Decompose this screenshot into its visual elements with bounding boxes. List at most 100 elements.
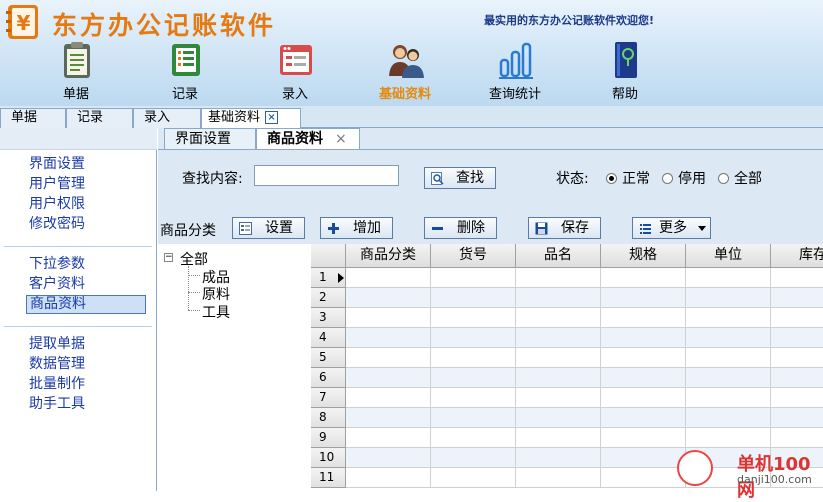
grid-cell[interactable] [516, 328, 601, 348]
add-button[interactable]: 增加 [320, 217, 393, 239]
grid-cell[interactable] [601, 448, 686, 468]
grid-row-number[interactable]: 4 [311, 328, 346, 348]
grid-cell[interactable] [431, 328, 516, 348]
grid-cell[interactable] [601, 308, 686, 328]
sidebar-item-data-management[interactable]: 数据管理 [26, 355, 146, 374]
grid-cell[interactable] [771, 308, 823, 328]
grid-cell[interactable] [516, 368, 601, 388]
nav-entry[interactable]: 录入 [250, 38, 340, 102]
grid-cell[interactable] [686, 368, 771, 388]
grid-cell[interactable] [516, 288, 601, 308]
grid-cell[interactable] [431, 428, 516, 448]
grid-cell[interactable] [346, 348, 431, 368]
grid-row-number[interactable]: 3 [311, 308, 346, 328]
top-tab-documents[interactable]: 单据 [0, 108, 66, 128]
grid-cell[interactable] [686, 388, 771, 408]
grid-cell[interactable] [431, 308, 516, 328]
grid-cell[interactable] [516, 448, 601, 468]
grid-row-number[interactable]: 2 [311, 288, 346, 308]
nav-help[interactable]: 帮助 [580, 38, 670, 102]
top-tab-entry[interactable]: 录入 [133, 108, 201, 128]
sidebar-item-user-permissions[interactable]: 用户权限 [26, 195, 146, 214]
close-icon[interactable]: × [265, 111, 279, 124]
grid-cell[interactable] [431, 468, 516, 488]
grid-cell[interactable] [516, 428, 601, 448]
grid-cell[interactable] [686, 348, 771, 368]
grid-column-header[interactable]: 库存 [771, 244, 823, 268]
grid-row-number[interactable]: 7 [311, 388, 346, 408]
grid-cell[interactable] [516, 268, 601, 288]
find-button[interactable]: 查找 [424, 167, 496, 189]
content-tab-product-data[interactable]: 商品资料 × [256, 128, 360, 149]
grid-cell[interactable] [431, 348, 516, 368]
grid-cell[interactable] [601, 408, 686, 428]
collapse-icon[interactable]: − [164, 253, 173, 262]
grid-row-number[interactable]: 8 [311, 408, 346, 428]
grid-cell[interactable] [771, 288, 823, 308]
save-button[interactable]: 保存 [528, 217, 601, 239]
top-tab-basic-data[interactable]: 基础资料 × [201, 108, 301, 129]
sidebar-item-product-data[interactable]: 商品资料 [26, 295, 146, 314]
sidebar-item-helper-tools[interactable]: 助手工具 [26, 395, 146, 414]
sidebar-item-change-password[interactable]: 修改密码 [26, 215, 146, 234]
grid-cell[interactable] [686, 268, 771, 288]
nav-basic-data[interactable]: 基础资料 [360, 38, 450, 102]
tree-node-raw-materials[interactable]: 原料 [202, 284, 230, 304]
tree-node-all[interactable]: 全部 [180, 249, 208, 269]
grid-row-number[interactable]: 5 [311, 348, 346, 368]
grid-cell[interactable] [686, 308, 771, 328]
grid-cell[interactable] [346, 328, 431, 348]
grid-cell[interactable] [601, 468, 686, 488]
top-tab-records[interactable]: 记录 [66, 108, 133, 128]
grid-cell[interactable] [431, 288, 516, 308]
sidebar-item-extract-documents[interactable]: 提取单据 [26, 335, 146, 354]
sidebar-item-dropdown-params[interactable]: 下拉参数 [26, 255, 146, 274]
grid-cell[interactable] [601, 368, 686, 388]
grid-column-header[interactable]: 商品分类 [346, 244, 431, 268]
sidebar-item-customer-data[interactable]: 客户资料 [26, 275, 146, 294]
grid-cell[interactable] [431, 388, 516, 408]
close-icon[interactable]: × [335, 131, 347, 147]
grid-cell[interactable] [686, 428, 771, 448]
search-input[interactable] [254, 165, 399, 186]
grid-cell[interactable] [516, 388, 601, 408]
grid-column-header[interactable]: 品名 [516, 244, 601, 268]
grid-cell[interactable] [346, 428, 431, 448]
grid-cell[interactable] [771, 268, 823, 288]
sidebar-item-user-management[interactable]: 用户管理 [26, 175, 146, 194]
grid-row-number[interactable]: 10 [311, 448, 346, 468]
sidebar-item-batch-create[interactable]: 批量制作 [26, 375, 146, 394]
grid-cell[interactable] [601, 328, 686, 348]
grid-cell[interactable] [431, 268, 516, 288]
grid-cell[interactable] [346, 368, 431, 388]
grid-cell[interactable] [601, 428, 686, 448]
sidebar-item-interface-settings[interactable]: 界面设置 [26, 155, 146, 174]
grid-cell[interactable] [771, 408, 823, 428]
grid-cell[interactable] [771, 368, 823, 388]
grid-cell[interactable] [346, 448, 431, 468]
status-radio-normal[interactable]: 正常 [606, 168, 650, 188]
grid-cell[interactable] [771, 428, 823, 448]
grid-cell[interactable] [686, 408, 771, 428]
content-tab-interface-settings[interactable]: 界面设置 [164, 128, 256, 149]
grid-cell[interactable] [346, 268, 431, 288]
grid-cell[interactable] [346, 468, 431, 488]
grid-cell[interactable] [771, 388, 823, 408]
tree-node-tools[interactable]: 工具 [202, 302, 230, 322]
grid-cell[interactable] [601, 268, 686, 288]
grid-cell[interactable] [346, 408, 431, 428]
settings-button[interactable]: 设置 [232, 217, 305, 239]
grid-column-header[interactable]: 单位 [686, 244, 771, 268]
grid-cell[interactable] [346, 388, 431, 408]
status-radio-disabled[interactable]: 停用 [662, 168, 706, 188]
status-radio-all[interactable]: 全部 [718, 168, 762, 188]
delete-button[interactable]: 删除 [424, 217, 497, 239]
grid-cell[interactable] [431, 448, 516, 468]
nav-records[interactable]: 记录 [140, 38, 230, 102]
grid-cell[interactable] [346, 288, 431, 308]
grid-cell[interactable] [516, 348, 601, 368]
nav-query-statistics[interactable]: 查询统计 [470, 38, 560, 102]
grid-cell[interactable] [686, 328, 771, 348]
grid-cell[interactable] [771, 328, 823, 348]
grid-row-number[interactable]: 9 [311, 428, 346, 448]
